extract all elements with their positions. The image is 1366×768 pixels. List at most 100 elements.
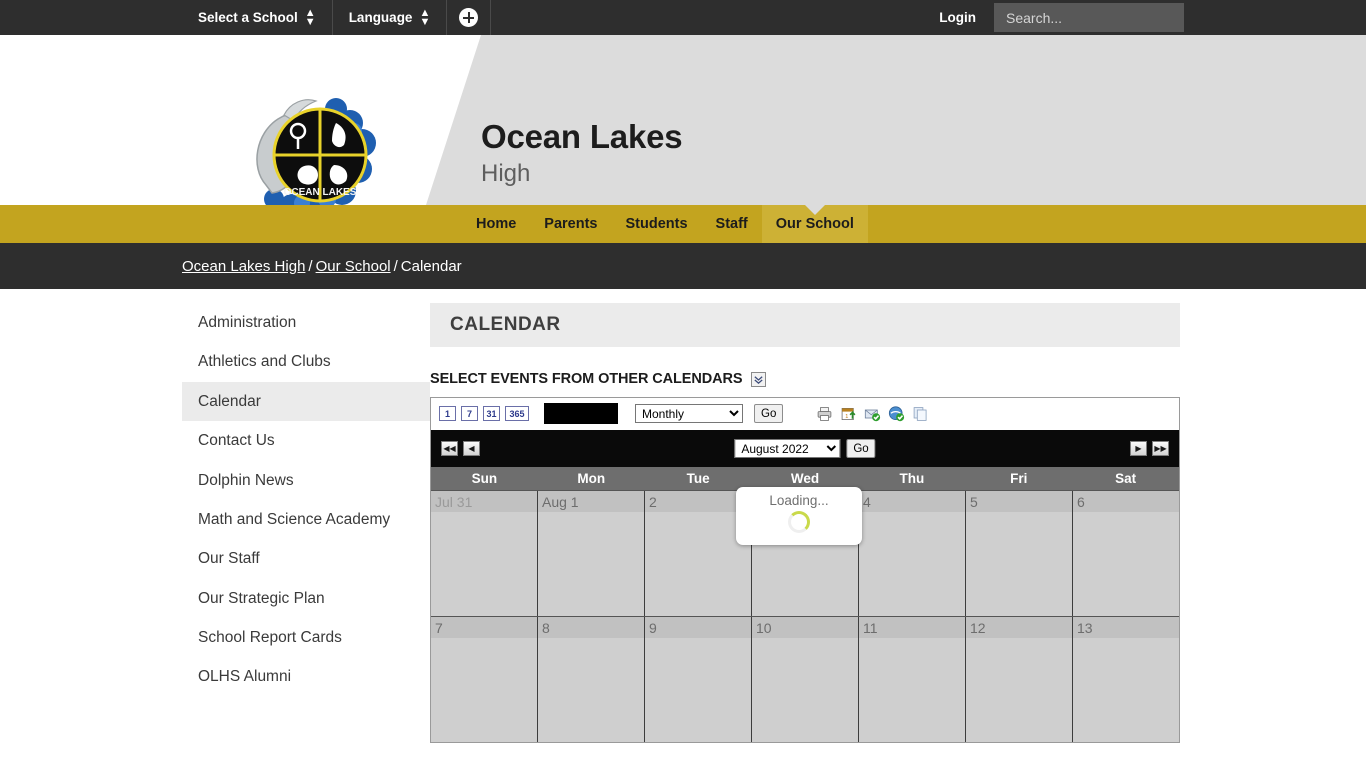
calendar-view-select[interactable]: Monthly [635, 404, 743, 423]
sidebar-item-calendar[interactable]: Calendar [182, 381, 430, 422]
day-cell[interactable]: 12 [966, 617, 1073, 742]
nav-item-home[interactable]: Home [462, 205, 530, 243]
sidebar-item-label: Contact Us [198, 432, 275, 450]
calendar-week-row: 7 8 9 10 11 12 13 [431, 616, 1179, 742]
day-number: Aug 1 [538, 491, 644, 512]
sidebar-item-label: Our Strategic Plan [198, 589, 325, 607]
sidebar-item-dolphin-news[interactable]: Dolphin News [182, 461, 430, 500]
school-type: High [481, 159, 531, 187]
day-cell[interactable]: 8 [538, 617, 645, 742]
dow-mon: Mon [577, 471, 606, 486]
day-cell[interactable]: 7 [431, 617, 538, 742]
breadcrumb-item-our-school[interactable]: Our School [316, 258, 391, 275]
day-cell[interactable]: 9 [645, 617, 752, 742]
school-crest-logo[interactable]: OCEAN LAKES [232, 81, 388, 205]
sidebar-item-administration[interactable]: Administration [182, 303, 430, 342]
search-box[interactable] [994, 3, 1189, 32]
day-view-button[interactable]: 1 [439, 406, 456, 421]
day-number: 12 [966, 617, 1072, 638]
breadcrumb-item-calendar: Calendar [400, 257, 462, 275]
month-go-button[interactable]: Go [846, 439, 876, 458]
sidebar-item-math-and-science-academy[interactable]: Math and Science Academy [182, 500, 430, 539]
language-dropdown[interactable]: Language ▲ ▼ [333, 0, 448, 35]
up-down-arrow-icon: ▲ ▼ [304, 6, 316, 28]
sidebar-item-label: Athletics and Clubs [198, 353, 331, 371]
sidebar-item-school-report-cards[interactable]: School Report Cards [182, 618, 430, 657]
chevron-double-down-icon[interactable] [751, 371, 767, 387]
sidebar-item-label: Our Staff [198, 550, 260, 568]
search-input[interactable] [1004, 8, 1189, 27]
school-name: Ocean Lakes [481, 118, 683, 155]
svg-text:OCEAN LAKES: OCEAN LAKES [284, 187, 357, 198]
school-crest-logo-graphic: OCEAN LAKES [256, 98, 376, 205]
top-utility-right-group: Login [921, 0, 1366, 35]
login-button[interactable]: Login [921, 0, 994, 35]
next-month-button[interactable]: ▶ [1130, 441, 1147, 456]
first-month-button[interactable]: ◀◀ [441, 441, 458, 456]
top-utility-bar: Select a School ▲ ▼ Language ▲ ▼ Login [0, 0, 1366, 35]
rss-subscribe-icon[interactable] [888, 405, 905, 422]
week-view-button[interactable]: 7 [461, 406, 478, 421]
page-body: Administration Athletics and Clubs Calen… [0, 289, 1366, 768]
calendar-upload-icon[interactable]: 1 [840, 406, 857, 422]
loading-spinner-icon [788, 511, 810, 533]
sidebar-item-label: Dolphin News [198, 471, 294, 489]
sidebar-item-our-staff[interactable]: Our Staff [182, 539, 430, 578]
day-number: 9 [645, 617, 751, 638]
month-select[interactable]: August 2022 [734, 439, 841, 458]
day-cell[interactable]: 4 [859, 491, 966, 616]
day-cell[interactable]: 6 [1073, 491, 1179, 616]
sidebar-item-our-strategic-plan[interactable]: Our Strategic Plan [182, 579, 430, 618]
nav-item-our-school-label: Our School [775, 216, 854, 232]
calendar-toolbar: 1 7 31 365 Monthly Go 1 [431, 398, 1179, 430]
loading-label: Loading... [769, 493, 829, 508]
day-cell[interactable]: 10 [752, 617, 859, 742]
day-number: Jul 31 [431, 491, 537, 512]
nav-item-our-school[interactable]: Our School [761, 205, 868, 243]
sidebar-item-label: Math and Science Academy [198, 510, 391, 528]
year-view-button[interactable]: 365 [505, 406, 529, 421]
breadcrumb-bar: Ocean Lakes High / Our School / Calendar [0, 243, 1366, 289]
breadcrumb-separator: / [393, 257, 398, 275]
up-down-arrow-icon: ▲ ▼ [419, 6, 431, 28]
day-number: 4 [859, 491, 965, 512]
svg-text:1: 1 [846, 414, 849, 420]
main-navigation: Home Parents Students Staff Our School [0, 205, 1366, 243]
select-a-school-dropdown[interactable]: Select a School ▲ ▼ [182, 0, 333, 35]
rss-subscribe-icon-glyph [889, 405, 905, 421]
nav-item-staff-label: Staff [715, 216, 748, 232]
day-number: 6 [1073, 491, 1179, 512]
print-icon[interactable] [816, 406, 833, 422]
site-header: OCEAN LAKES Ocean Lakes High [0, 35, 1366, 205]
loading-popup: Loading... [736, 487, 862, 545]
copy-icon[interactable] [912, 406, 929, 422]
dow-sat: Sat [1115, 471, 1137, 486]
month-view-button[interactable]: 31 [483, 406, 500, 421]
day-cell[interactable]: Jul 31 [431, 491, 538, 616]
print-icon-glyph [818, 406, 832, 421]
sidebar-item-olhs-alumni[interactable]: OLHS Alumni [182, 657, 430, 696]
language-label: Language [348, 10, 413, 25]
nav-item-staff[interactable]: Staff [702, 205, 762, 243]
day-cell[interactable]: 5 [966, 491, 1073, 616]
previous-month-button[interactable]: ◀ [463, 441, 480, 456]
nav-item-home-label: Home [476, 216, 517, 232]
last-month-button[interactable]: ▶▶ [1152, 441, 1169, 456]
sidebar-item-athletics-and-clubs[interactable]: Athletics and Clubs [182, 342, 430, 381]
sidebar-item-label: School Report Cards [198, 629, 342, 646]
sidebar-item-contact-us[interactable]: Contact Us [182, 421, 430, 460]
nav-item-students-label: Students [625, 216, 688, 232]
calendar-view-go-button[interactable]: Go [754, 404, 784, 423]
add-shortcut-button[interactable] [447, 0, 492, 35]
day-cell[interactable]: Aug 1 [538, 491, 645, 616]
calendar-upload-icon-glyph: 1 [842, 407, 856, 420]
nav-item-students[interactable]: Students [612, 205, 702, 243]
dow-fri: Fri [1010, 471, 1028, 486]
day-cell[interactable]: 11 [859, 617, 966, 742]
breadcrumb-item-school[interactable]: Ocean Lakes High [182, 258, 305, 275]
email-subscribe-icon[interactable] [864, 406, 881, 422]
day-cell[interactable]: 13 [1073, 617, 1179, 742]
select-events-section-header: SELECT EVENTS FROM OTHER CALENDARS [430, 371, 1180, 387]
clock-display [544, 403, 618, 424]
nav-item-parents[interactable]: Parents [530, 205, 611, 243]
